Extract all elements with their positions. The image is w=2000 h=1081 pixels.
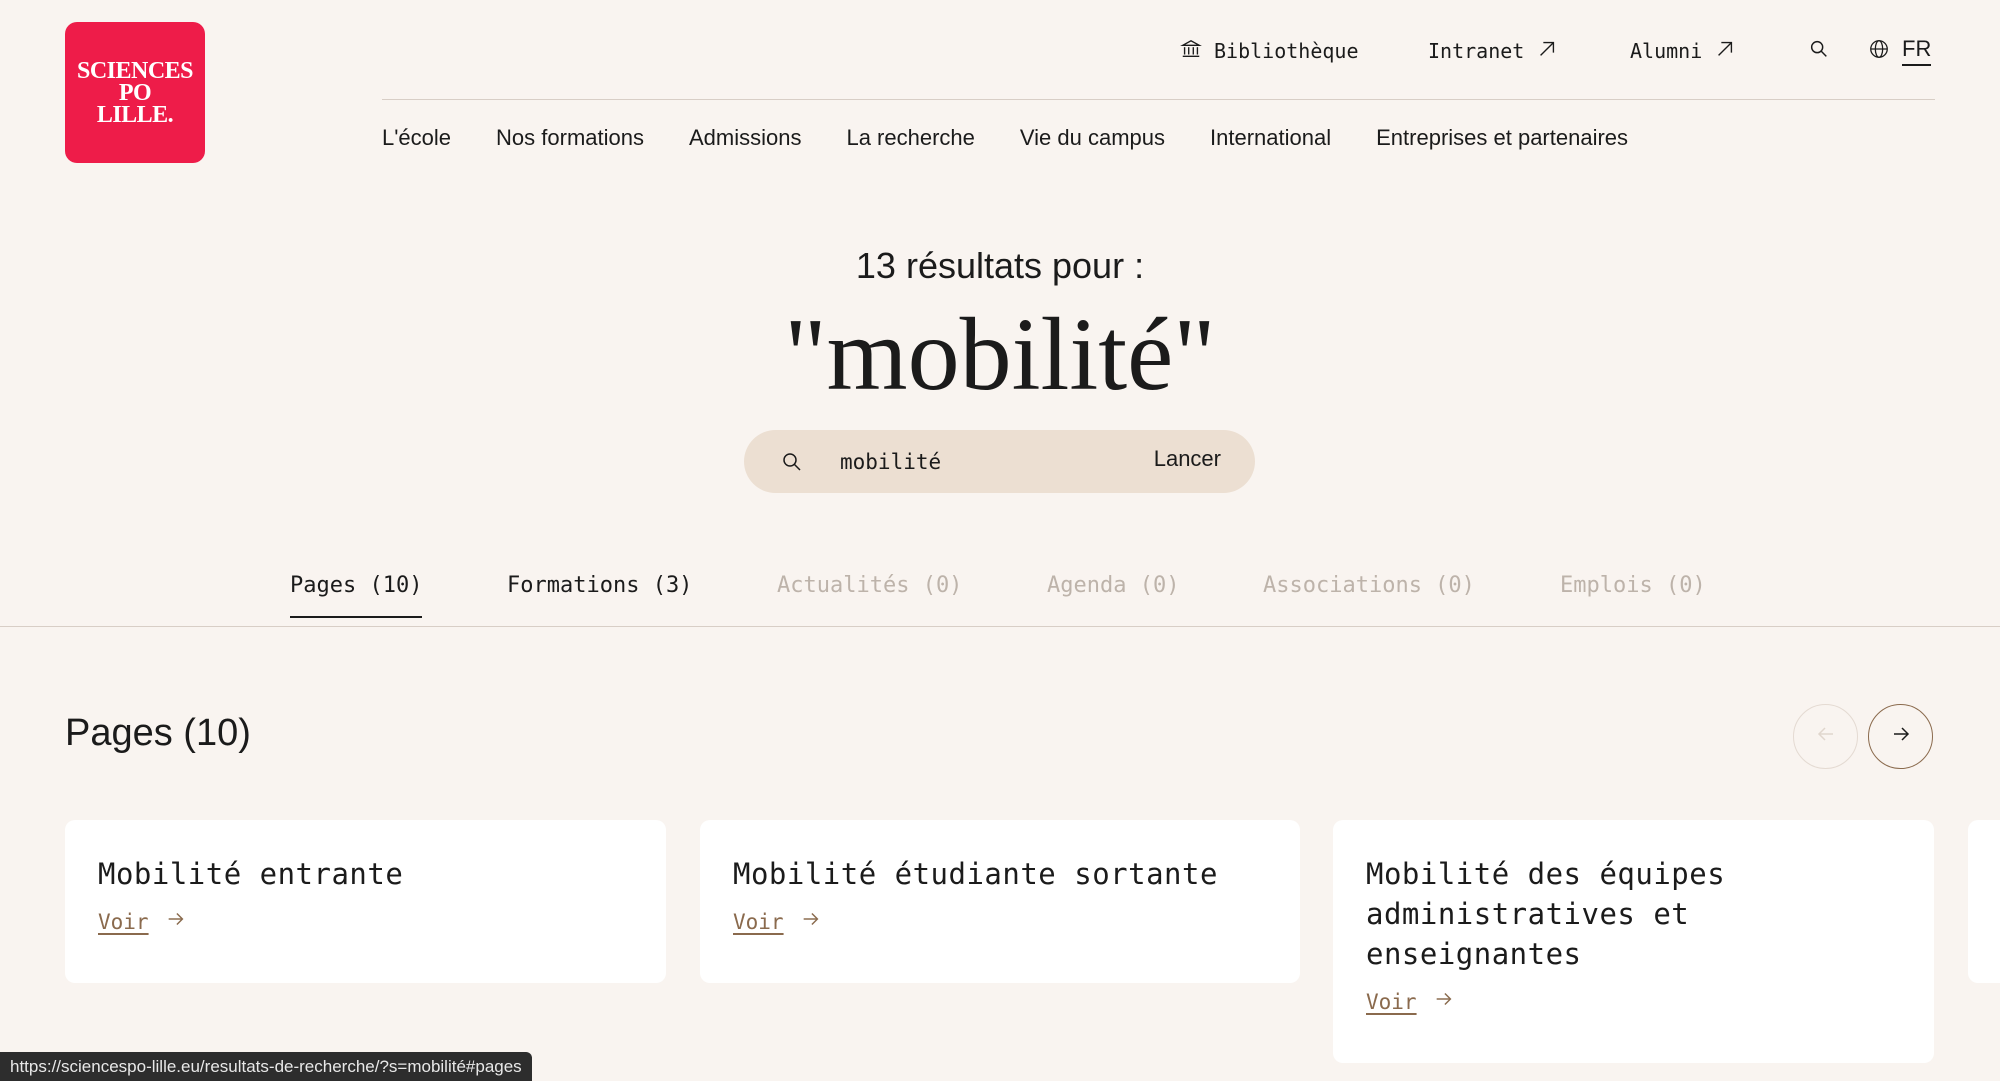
arrow-right-icon [1433, 988, 1455, 1015]
utility-nav: Bibliothèque Intranet Alumni FR [1180, 36, 1935, 66]
intranet-link[interactable]: Intranet [1428, 38, 1558, 65]
language-label: FR [1902, 36, 1932, 66]
result-card-peek[interactable] [1968, 820, 2000, 983]
logo-line-2: PO [118, 79, 152, 106]
search-bar: Lancer [744, 430, 1255, 493]
library-label: Bibliothèque [1214, 39, 1359, 63]
globe-icon [1868, 38, 1890, 65]
nav-item-admissions[interactable]: Admissions [689, 125, 801, 151]
tab-pages[interactable]: Pages (10) [290, 573, 423, 618]
arrow-right-icon [1889, 722, 1913, 751]
carousel-prev-button[interactable] [1793, 704, 1858, 769]
alumni-link[interactable]: Alumni [1630, 38, 1736, 65]
card-title: Mobilité étudiante sortante [733, 857, 1218, 891]
tab-agenda[interactable]: Agenda (0) [1047, 573, 1179, 616]
language-switcher[interactable]: FR [1868, 36, 1932, 66]
status-bar-url: https://sciencespo-lille.eu/resultats-de… [0, 1052, 532, 1081]
search-icon [780, 450, 804, 474]
external-arrow-icon [1714, 38, 1736, 65]
result-card[interactable]: Mobilité étudiante sortante Voir [700, 820, 1300, 983]
result-card[interactable]: Mobilité des équipes administratives et … [1333, 820, 1934, 1063]
external-arrow-icon [1536, 38, 1558, 65]
intranet-label: Intranet [1428, 39, 1525, 63]
search-toggle-button[interactable] [1808, 38, 1830, 65]
card-title: Mobilité des équipes administratives et … [1366, 857, 1726, 971]
nav-item-recherche[interactable]: La recherche [846, 125, 974, 151]
nav-item-entreprises[interactable]: Entreprises et partenaires [1376, 125, 1628, 151]
tab-actualites[interactable]: Actualités (0) [777, 573, 962, 616]
arrow-left-icon [1814, 722, 1838, 751]
card-title: Mobilité entrante [98, 857, 404, 891]
search-submit-button[interactable]: Lancer [1154, 446, 1221, 472]
card-link-label: Voir [98, 909, 149, 934]
result-card[interactable]: Mobilité entrante Voir [65, 820, 666, 983]
nav-item-ecole[interactable]: L'école [382, 125, 451, 151]
nav-item-international[interactable]: International [1210, 125, 1331, 151]
logo-line-3: LILLE. [96, 101, 174, 128]
card-link-label: Voir [733, 909, 784, 934]
header-divider [382, 99, 1935, 100]
carousel-next-button[interactable] [1868, 704, 1933, 769]
result-tabs: Pages (10) Formations (3) Actualités (0)… [0, 565, 2000, 627]
query-title: "mobilité" [784, 297, 1216, 412]
nav-item-vie-campus[interactable]: Vie du campus [1020, 125, 1165, 151]
tab-associations[interactable]: Associations (0) [1263, 573, 1475, 616]
search-input[interactable] [840, 442, 1100, 482]
card-link-label: Voir [1366, 989, 1417, 1014]
logo[interactable]: SCIENCES PO LILLE. [65, 22, 205, 163]
tab-formations[interactable]: Formations (3) [507, 573, 692, 616]
result-count: 13 résultats pour : [855, 245, 1145, 286]
card-link[interactable]: Voir [98, 908, 187, 935]
section-title: Pages (10) [65, 712, 251, 754]
library-link[interactable]: Bibliothèque [1180, 38, 1359, 65]
tab-emplois[interactable]: Emplois (0) [1560, 573, 1706, 616]
logo-line-1: SCIENCES [76, 57, 194, 84]
alumni-label: Alumni [1630, 39, 1703, 63]
card-link[interactable]: Voir [733, 908, 822, 935]
arrow-right-icon [165, 908, 187, 935]
card-link[interactable]: Voir [1366, 988, 1455, 1015]
nav-item-formations[interactable]: Nos formations [496, 125, 644, 151]
arrow-right-icon [800, 908, 822, 935]
main-nav: L'école Nos formations Admissions La rec… [382, 125, 1673, 151]
search-icon [1808, 38, 1830, 65]
library-icon [1180, 38, 1202, 65]
